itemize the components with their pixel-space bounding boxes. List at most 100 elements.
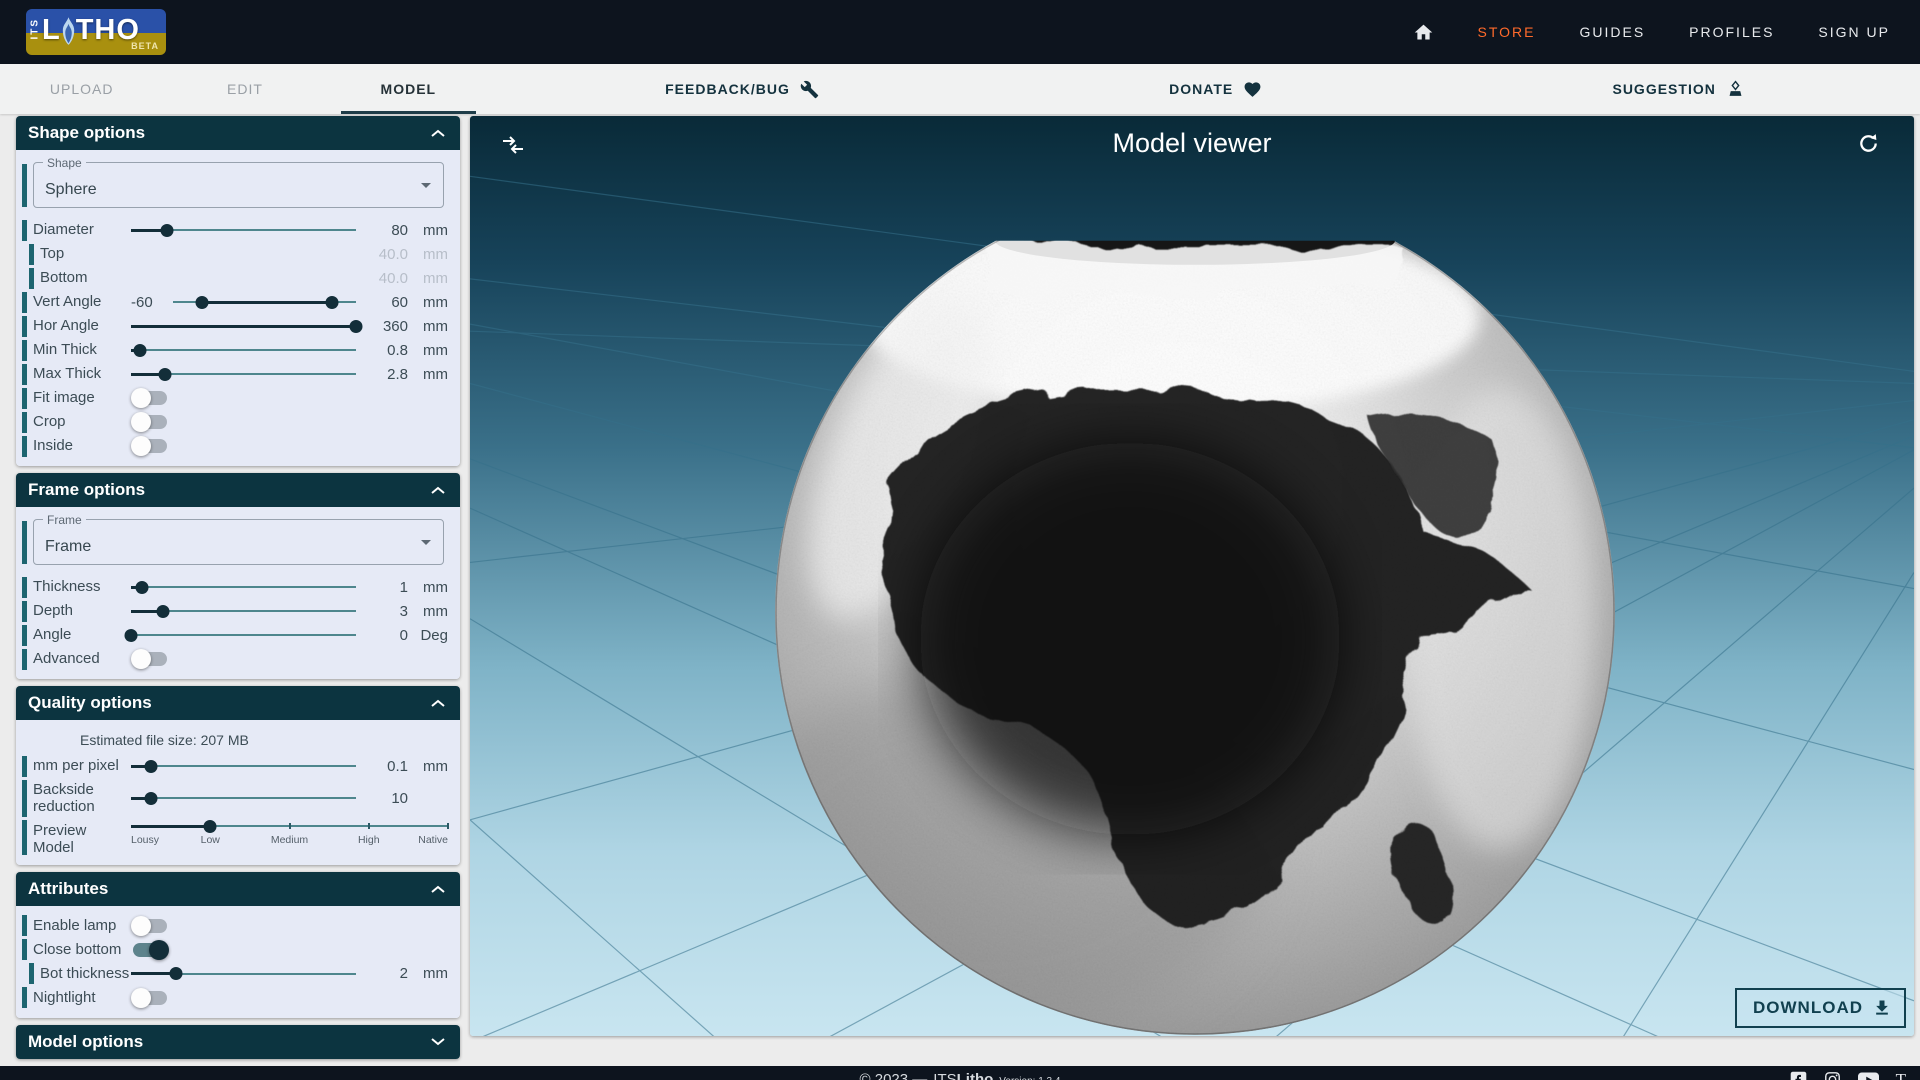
nav-link-signup[interactable]: SIGN UP (1818, 24, 1890, 40)
collapse-panel-icon[interactable] (500, 134, 526, 159)
depth-value: 3 (356, 603, 408, 620)
nav-link-guides[interactable]: GUIDES (1579, 24, 1645, 40)
nav-link-store[interactable]: STORE (1478, 24, 1536, 40)
row-accent-bar (22, 164, 27, 207)
backside-reduction-slider[interactable] (131, 790, 356, 806)
slider-knob[interactable] (125, 629, 138, 642)
preview-model-row: Preview Model Lousy Low Medium High Nati… (22, 818, 448, 857)
inside-toggle[interactable] (133, 436, 169, 456)
tick-label-medium: Medium (271, 834, 308, 846)
angle-row: Angle 0 Deg (22, 623, 448, 647)
diameter-value: 80 (356, 222, 408, 239)
refresh-icon[interactable] (1857, 132, 1880, 158)
preview-model-slider[interactable]: Lousy Low Medium High Native (131, 818, 448, 848)
top-row: Top 40.0 mm (22, 242, 448, 266)
min-thick-slider[interactable] (131, 342, 356, 358)
logo-its-text: ITS (30, 25, 41, 39)
donate-button[interactable]: DONATE (1169, 80, 1262, 99)
hor-angle-value: 360 (356, 318, 408, 335)
feedback-bug-label: FEEDBACK/BUG (665, 81, 790, 97)
slider-knob[interactable] (145, 760, 158, 773)
donate-label: DONATE (1169, 81, 1233, 97)
fit-image-row: Fit image (22, 386, 448, 410)
nav-link-profiles[interactable]: PROFILES (1689, 24, 1774, 40)
copyright-text: © 2023 — (860, 1071, 928, 1080)
angle-slider[interactable] (131, 627, 356, 643)
vert-angle-row: Vert Angle -60 60 mm (22, 290, 448, 314)
frame-options-header[interactable]: Frame options (16, 473, 460, 507)
model-options-header[interactable]: Model options (16, 1025, 460, 1059)
advanced-toggle[interactable] (133, 649, 169, 669)
download-button[interactable]: DOWNLOAD (1735, 988, 1906, 1028)
depth-slider[interactable] (131, 603, 356, 619)
panel-title: Quality options (28, 693, 152, 713)
chevron-up-icon (430, 884, 446, 894)
backside-reduction-label: Backside reduction (33, 781, 131, 816)
instagram-icon[interactable] (1824, 1071, 1841, 1080)
enable-lamp-toggle[interactable] (133, 916, 169, 936)
itslitho-logo[interactable]: ITS L THO BETA (26, 9, 166, 55)
download-icon (1872, 998, 1892, 1018)
slider-knob[interactable] (350, 320, 363, 333)
crop-toggle[interactable] (133, 412, 169, 432)
top-value: 40.0 (356, 246, 408, 263)
slider-knob[interactable] (156, 605, 169, 618)
tab-edit[interactable]: EDIT (163, 64, 326, 114)
model-viewer[interactable]: Model viewer DOWNLOAD (470, 116, 1914, 1036)
facebook-icon[interactable] (1790, 1071, 1807, 1080)
attributes-header[interactable]: Attributes (16, 872, 460, 906)
chevron-up-icon (430, 485, 446, 495)
slider-knob[interactable] (136, 581, 149, 594)
range-knob-low[interactable] (196, 296, 209, 309)
quality-options-panel: Quality options Estimated file size: 207… (16, 686, 460, 865)
slider-knob[interactable] (158, 368, 171, 381)
suggestion-button[interactable]: SUGGESTION (1612, 80, 1744, 99)
bot-thickness-slider[interactable] (131, 966, 356, 982)
version-link[interactable]: Version: 1.3.4 (999, 1076, 1060, 1080)
shape-options-header[interactable]: Shape options (16, 116, 460, 150)
diameter-label: Diameter (33, 221, 131, 238)
slider-knob[interactable] (134, 344, 147, 357)
hor-angle-slider[interactable] (131, 318, 356, 334)
slider-knob[interactable] (161, 224, 174, 237)
slider-knob[interactable] (170, 967, 183, 980)
chevron-up-icon (430, 698, 446, 708)
panel-title: Model options (28, 1032, 143, 1052)
angle-label: Angle (33, 626, 131, 643)
home-icon[interactable] (1413, 22, 1434, 43)
close-bottom-toggle[interactable] (133, 940, 169, 960)
thickness-slider[interactable] (131, 579, 356, 595)
youtube-icon[interactable] (1858, 1072, 1879, 1080)
diameter-slider[interactable] (131, 222, 356, 238)
tick-label-lousy: Lousy (131, 834, 159, 846)
enable-lamp-row: Enable lamp (22, 914, 448, 938)
suggestion-icon (1726, 80, 1745, 99)
nightlight-label: Nightlight (33, 989, 131, 1006)
panel-title: Shape options (28, 123, 145, 143)
frame-options-body: Frame Frame Thickness 1 mm De (16, 507, 460, 679)
fit-image-toggle[interactable] (133, 388, 169, 408)
max-thick-slider[interactable] (131, 366, 356, 382)
range-knob-high[interactable] (326, 296, 339, 309)
mm-per-pixel-slider[interactable] (131, 758, 356, 774)
slider-knob[interactable] (204, 820, 217, 833)
tab-upload[interactable]: UPLOAD (0, 64, 163, 114)
angle-value: 0 (356, 627, 408, 644)
vert-angle-range-slider[interactable] (173, 294, 356, 310)
logo-beta-badge: BETA (131, 41, 159, 51)
tab-model[interactable]: MODEL (327, 64, 490, 114)
thingiverse-icon[interactable]: T (1896, 1070, 1906, 1080)
feedback-bug-button[interactable]: FEEDBACK/BUG (665, 80, 819, 99)
chevron-down-icon (430, 1037, 446, 1047)
shape-select[interactable]: Shape Sphere (33, 162, 444, 208)
frame-select[interactable]: Frame Frame (33, 519, 444, 565)
nightlight-toggle[interactable] (133, 988, 169, 1008)
options-sidebar: Shape options Shape Sphere Diameter (16, 116, 460, 1066)
slider-knob[interactable] (145, 792, 158, 805)
mm-per-pixel-row: mm per pixel 0.1 mm (22, 754, 448, 778)
quality-options-header[interactable]: Quality options (16, 686, 460, 720)
shape-select-row: Shape Sphere (22, 162, 448, 208)
attributes-panel: Attributes Enable lamp Close bottom (16, 872, 460, 1018)
advanced-row: Advanced (22, 647, 448, 671)
lithophane-sphere[interactable] (720, 190, 1615, 1036)
